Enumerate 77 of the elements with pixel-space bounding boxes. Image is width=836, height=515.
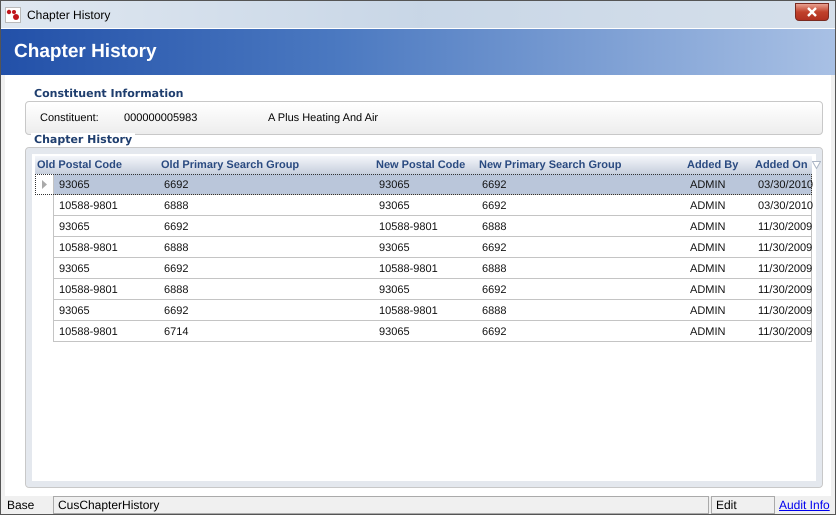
table-cell-text: ADMIN <box>689 220 726 232</box>
app-icon <box>5 6 21 22</box>
status-field: CusChapterHistory <box>53 496 709 514</box>
table-cell-text: 6692 <box>481 284 508 296</box>
table-cell-text: 11/30/2009 <box>757 326 814 338</box>
table-cell-text: 93065 <box>58 178 91 190</box>
table-cell-text: 6692 <box>163 220 190 232</box>
close-button[interactable] <box>795 2 829 20</box>
field-label: Constituent: <box>40 112 100 124</box>
table-cell-text: 6888 <box>481 304 508 316</box>
table-cell-text: ADMIN <box>689 242 726 254</box>
table-cell-text: 93065 <box>378 326 411 338</box>
table-cell-text: ADMIN <box>689 200 726 212</box>
table-cell-text: 11/30/2009 <box>757 304 814 316</box>
table-cell-text: 6888 <box>481 262 508 274</box>
column-header[interactable]: Old Primary Search Group <box>159 159 374 171</box>
table-cell-text: 6692 <box>163 304 190 316</box>
table-cell-text: 93065 <box>58 304 91 316</box>
table-cell-text: ADMIN <box>689 284 726 296</box>
table-cell-text: 93065 <box>378 178 411 190</box>
table-cell-text: 03/30/2010 <box>757 178 814 190</box>
table-cell-text: 10588-9801 <box>58 284 119 296</box>
table-cell-text: 93065 <box>58 220 91 232</box>
table-cell-text: 6692 <box>481 326 508 338</box>
close-icon <box>806 6 818 16</box>
table-cell-text: 6714 <box>163 326 190 338</box>
table-cell-text: 10588-9801 <box>58 326 119 338</box>
table-cell-text: 6692 <box>481 242 508 254</box>
table-cell-text: 10588-9801 <box>58 200 119 212</box>
table-row[interactable]: 10588-9801 6888 93065 6692 ADMIN 11/30/2009 <box>35 279 812 300</box>
constituent-id: 000000005983 <box>124 112 198 124</box>
table-row[interactable]: 93065 6692 10588-9801 6888 ADMIN 11/30/2009 <box>35 258 812 279</box>
table-row[interactable]: 10588-9801 6888 93065 6692 ADMIN 11/30/2009 <box>35 237 812 258</box>
table-cell-text: 6692 <box>163 262 190 274</box>
table-row[interactable]: 10588-9801 6888 93065 6692 ADMIN 03/30/2010 <box>35 195 812 216</box>
table-cell-text: ADMIN <box>689 178 726 190</box>
page-title: Chapter History <box>14 41 157 63</box>
table-cell-text: 6692 <box>481 178 508 190</box>
table-cell-text: 93065 <box>378 242 411 254</box>
table-cell-text: 10588-9801 <box>378 262 439 274</box>
table-cell-text: ADMIN <box>689 304 726 316</box>
column-header[interactable]: Old Postal Code <box>35 159 159 171</box>
table-cell-text: 6888 <box>481 220 508 232</box>
sort-icon <box>812 161 821 169</box>
table-row[interactable]: 93065 6692 10588-9801 6888 ADMIN 11/30/2009 <box>35 216 812 237</box>
current-row-icon <box>42 180 46 189</box>
status-field: Edit <box>711 496 775 514</box>
table-cell-text: ADMIN <box>689 326 726 338</box>
table-cell-text: 03/30/2010 <box>757 200 814 212</box>
table-row[interactable]: 93065 6692 10588-9801 6888 ADMIN 11/30/2009 <box>35 300 812 321</box>
group-legend: Chapter History <box>31 133 136 147</box>
status-text: Base <box>6 497 36 514</box>
column-header[interactable]: Added On <box>753 159 823 171</box>
table-cell-text: 6888 <box>163 284 190 296</box>
table-cell-text: 93065 <box>58 262 91 274</box>
table-cell-text: ADMIN <box>689 262 726 274</box>
table-cell-text: 11/30/2009 <box>757 262 814 274</box>
column-header[interactable]: New Postal Code <box>374 159 477 171</box>
table-cell-text: 6692 <box>481 200 508 212</box>
constituent-name: A Plus Heating And Air <box>268 112 378 124</box>
table-row[interactable]: 93065 6692 93065 6692 ADMIN 03/30/2010 <box>35 174 812 195</box>
table-cell-text: 93065 <box>378 284 411 296</box>
table-cell-text: 10588-9801 <box>378 220 439 232</box>
table-cell-text: 10588-9801 <box>378 304 439 316</box>
table-cell-text: 6888 <box>163 242 190 254</box>
table-cell-text: 11/30/2009 <box>757 284 814 296</box>
table-cell-text: 10588-9801 <box>58 242 119 254</box>
table-row[interactable]: 10588-9801 6714 93065 6692 ADMIN 11/30/2009 <box>35 321 812 342</box>
column-header[interactable]: Added By <box>685 159 753 171</box>
table-cell-text: 93065 <box>378 200 411 212</box>
table-cell-text: 6692 <box>163 178 190 190</box>
table-cell-text: 11/30/2009 <box>757 242 814 254</box>
table-cell-text: 11/30/2009 <box>757 220 814 232</box>
audit-info-link[interactable]: Audit Info <box>775 496 835 514</box>
window-title: Chapter History <box>27 8 110 22</box>
table-cell-text: 6888 <box>163 200 190 212</box>
column-header[interactable]: New Primary Search Group <box>477 159 685 171</box>
